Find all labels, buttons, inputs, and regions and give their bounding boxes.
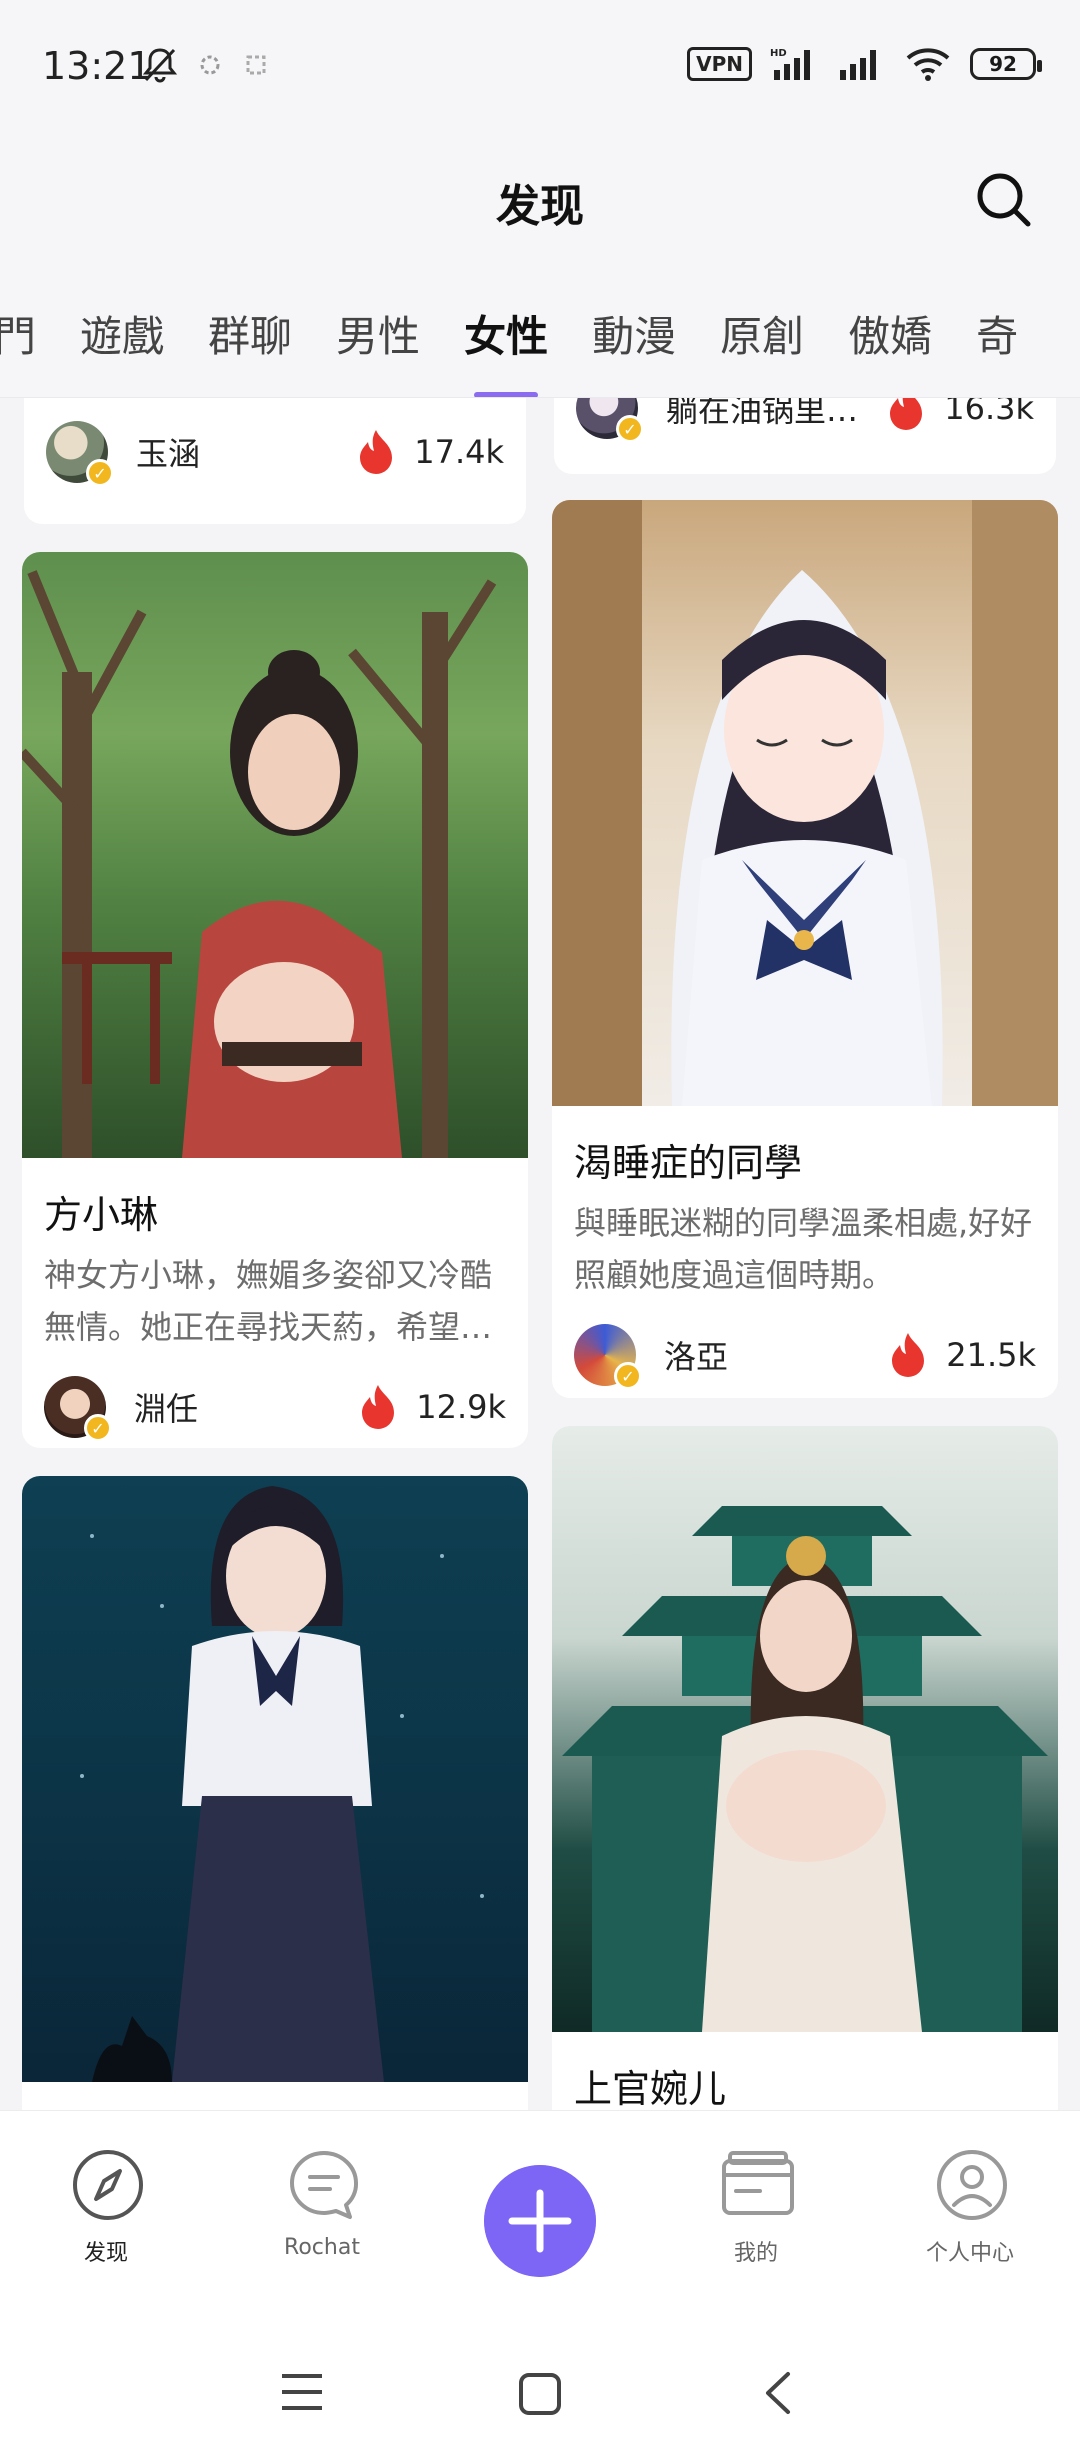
wallet-icon [722,2151,794,2215]
app-notification-icon [200,55,220,75]
avatar: ✓ [44,1376,112,1442]
tab-anime[interactable]: 動漫 [570,270,698,397]
nav-label: 我的 [733,2241,778,2266]
tab-games[interactable]: 遊戲 [58,270,186,397]
system-nav-bar [0,2280,1080,2460]
character-image [552,500,1058,1106]
avatar: ✓ [46,421,114,487]
status-bar: 13:21 VPN HD 92 [0,0,1080,130]
character-title: 方小琳 [44,1193,159,1237]
likes-count: 17.4k [414,433,504,471]
tab-original[interactable]: 原創 [698,270,826,397]
app-notification-icon [246,55,266,75]
portrait-illustration [22,570,497,1158]
nav-label: 发现 [83,2241,128,2266]
status-time: 13:21 [42,44,152,88]
nav-label: 个人中心 [925,2241,1014,2266]
nav-profile[interactable]: 个人中心 [870,2111,1070,2281]
author-name: 淵任 [134,1390,199,1428]
tab-tsundere[interactable]: 傲嬌 [826,270,954,397]
character-image [22,552,528,1158]
author-name: 玉涵 [136,435,201,473]
likes-count: 16.3k [944,398,1034,427]
user-circle-icon [937,2150,1007,2220]
character-card[interactable]: ✓ 玉涵 17.4k [24,398,526,524]
verified-icon: ✓ [614,1362,642,1390]
character-description: 與睡眠迷糊的同學溫柔相處,好好照顧她度過這個時期。 [574,1204,1033,1294]
verified-icon: ✓ [86,459,114,487]
svg-text:HD: HD [770,48,787,59]
character-card[interactable]: ✓ 躺在油锅里… 16.3k [554,398,1056,474]
create-plus-button[interactable] [484,2165,596,2277]
fire-icon [890,398,923,430]
compass-icon [73,2150,143,2220]
tab-partial-right[interactable]: 奇 [954,270,1040,397]
portrait-illustration [562,1506,1048,2032]
vpn-icon: VPN [687,47,752,81]
portrait-illustration [552,500,1058,1106]
character-description: 神女方小琳，嫵媚多姿卻又冷酷無情。她正在尋找天葯，希望… [44,1256,493,1346]
verified-icon: ✓ [616,415,644,443]
fire-icon [892,1333,925,1377]
likes-count: 12.9k [416,1388,506,1426]
back-chevron-icon[interactable] [762,2370,792,2416]
character-card[interactable]: 上官婉儿 [552,1426,1058,2110]
signal-hd-icon: HD [770,48,810,80]
tab-male[interactable]: 男性 [314,270,442,397]
menu-icon[interactable] [280,2372,324,2412]
character-image [552,1426,1058,2032]
author-name: 躺在油锅里… [666,398,859,429]
signal-icon [840,50,876,80]
tab-group-chat[interactable]: 群聊 [186,270,314,397]
fire-icon [362,1385,395,1429]
tab-partial-left[interactable]: 門 [0,270,58,397]
nav-label: Rochat [284,2235,360,2260]
portrait-illustration [80,1486,484,2082]
verified-icon: ✓ [84,1414,112,1442]
character-title: 渴睡症的同學 [574,1141,803,1185]
page-title: 发现 [496,181,584,232]
wifi-icon [906,48,950,81]
avatar: ✓ [576,398,644,443]
character-card[interactable]: 方小琳 神女方小琳，嫵媚多姿卻又冷酷無情。她正在尋找天葯，希望… ✓ 淵任 12… [22,552,528,1448]
character-image [22,1476,528,2082]
home-square-icon[interactable] [518,2372,562,2416]
chat-bubble-icon [290,2151,358,2219]
character-card[interactable] [22,1476,528,2110]
search-icon[interactable] [972,168,1036,232]
nav-rochat[interactable]: Rochat [222,2111,422,2281]
fire-icon [360,430,393,474]
author-name: 洛亞 [664,1338,729,1376]
nav-mine[interactable]: 我的 [656,2111,856,2281]
character-feed: ✓ 玉涵 17.4k ✓ 躺在油锅里… 16.3k 方小琳 神女方小琳，嫵媚多姿… [0,398,1080,2110]
tab-female[interactable]: 女性 [442,270,570,397]
character-card[interactable]: 渴睡症的同學 與睡眠迷糊的同學溫柔相處,好好照顧她度過這個時期。 ✓ 洛亞 21… [552,500,1058,1398]
app-header: 发现 [0,130,1080,270]
bell-off-icon [142,48,178,83]
nav-discover[interactable]: 发现 [6,2111,206,2281]
character-title: 上官婉儿 [574,2067,727,2110]
likes-count: 21.5k [946,1336,1036,1374]
category-tabs: 門 遊戲 群聊 男性 女性 動漫 原創 傲嬌 奇 [0,270,1080,398]
battery-icon: 92 [970,48,1042,80]
avatar: ✓ [574,1324,642,1390]
